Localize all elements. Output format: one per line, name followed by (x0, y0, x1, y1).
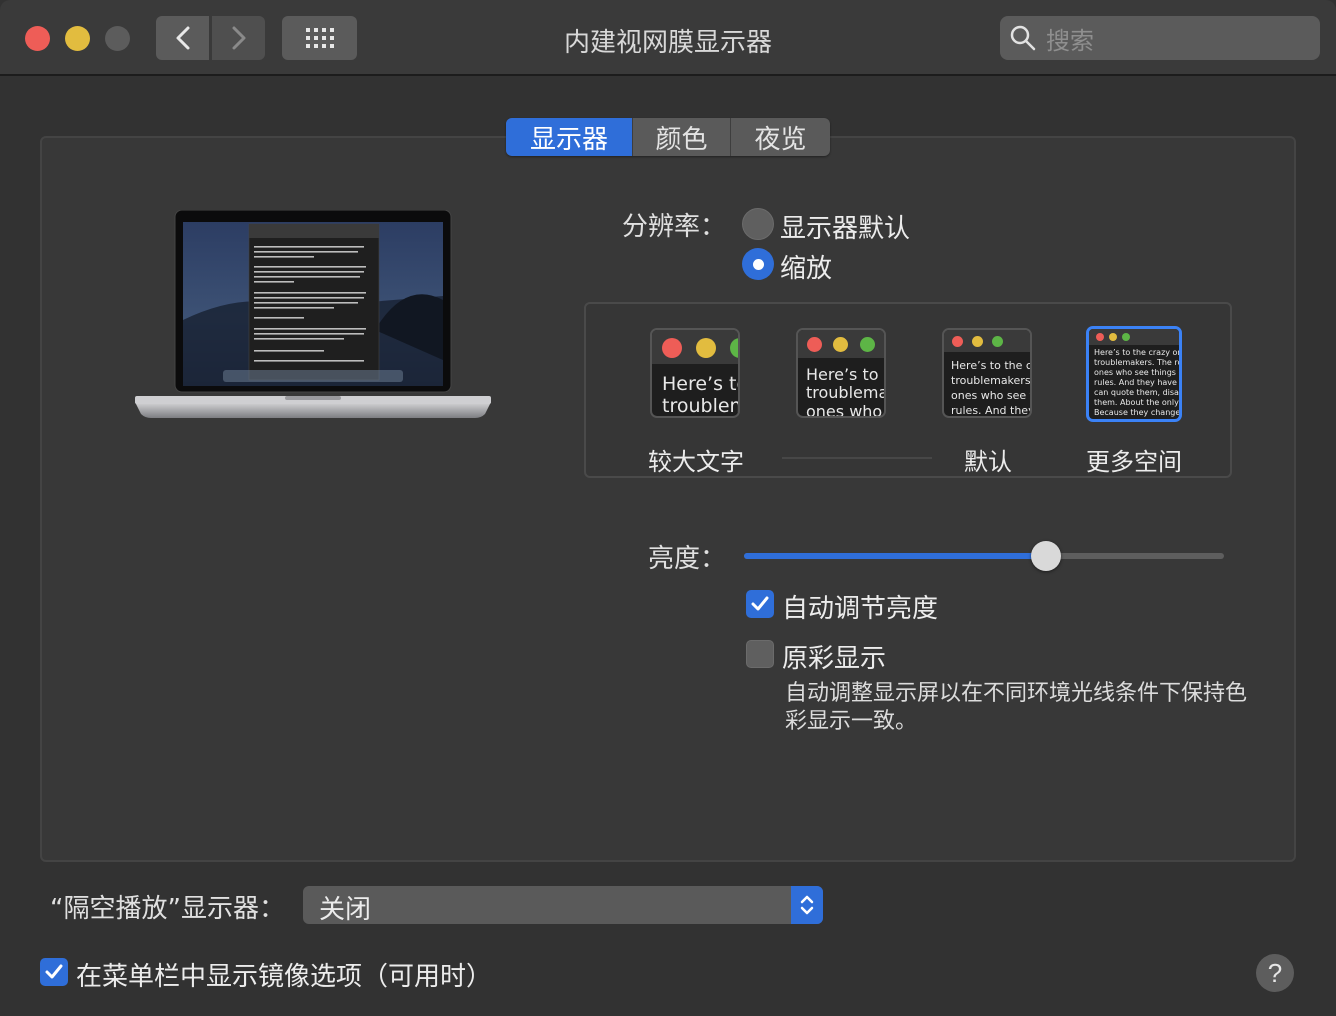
scale-label-larger-text: 较大文字 (648, 448, 744, 476)
option-default-for-display-label: 显示器默认 (780, 214, 911, 244)
search-field[interactable]: 搜索 (1000, 16, 1320, 60)
scale-label-default: 默认 (964, 448, 1012, 476)
close-window-button[interactable] (25, 26, 50, 51)
brightness-slider-fill (744, 553, 1047, 559)
search-placeholder: 搜索 (1046, 26, 1094, 55)
checkmark-icon (751, 596, 769, 611)
airplay-display-popup[interactable]: 关闭 (303, 886, 823, 925)
scale-preview-text: Here’s to the crazy ones troublemakers. … (1094, 348, 1182, 417)
scale-option-larger-text[interactable]: Here’s to the troublemakers (650, 328, 740, 418)
grid-icon (305, 28, 334, 48)
radio-default-for-display[interactable] (742, 208, 774, 240)
option-scaled-label: 缩放 (780, 254, 833, 284)
tab-color[interactable]: 颜色 (632, 118, 730, 156)
chevron-left-icon (176, 26, 189, 50)
checkmark-icon (45, 964, 63, 979)
scale-preview-text: Here’s to the troublemakers ones who (806, 366, 886, 418)
scale-preview-text: Here’s to the crazy troublemakers. The o… (951, 359, 1032, 417)
display-preferences-window: 内建视网膜显示器 搜索 显示器 颜色 夜览 分辨率： 显示器默认 缩放 Here… (0, 0, 1336, 1016)
airplay-display-label: “隔空播放”显示器： (50, 894, 285, 924)
chevron-right-icon (232, 26, 245, 50)
tab-display[interactable]: 显示器 (506, 118, 632, 156)
auto-brightness-checkbox[interactable] (746, 590, 774, 618)
search-icon (1010, 25, 1036, 51)
show-all-button[interactable] (282, 16, 357, 60)
resolution-label: 分辨率： (622, 212, 727, 242)
radio-scaled[interactable] (742, 248, 774, 280)
forward-button[interactable] (212, 16, 265, 60)
scale-preview-text: Here’s to the troublemakers (662, 374, 738, 417)
laptop-illustration (135, 210, 491, 418)
help-button[interactable]: ? (1256, 954, 1294, 992)
scale-option-2[interactable]: Here’s to the troublemakers ones who (796, 328, 886, 418)
popup-arrows-icon (791, 886, 823, 924)
auto-brightness-label: 自动调节亮度 (782, 594, 939, 624)
window-title: 内建视网膜显示器 (563, 28, 772, 58)
brightness-label: 亮度： (648, 544, 727, 574)
back-button[interactable] (156, 16, 209, 60)
show-mirroring-checkbox[interactable] (40, 958, 68, 986)
show-mirroring-label: 在菜单栏中显示镜像选项（可用时） (76, 962, 493, 992)
minimize-window-button[interactable] (65, 26, 90, 51)
airplay-display-value: 关闭 (319, 895, 372, 925)
zoom-window-button[interactable] (105, 26, 130, 51)
scale-label-more-space: 更多空间 (1086, 448, 1182, 476)
tab-night-shift[interactable]: 夜览 (730, 118, 830, 156)
tab-bar: 显示器 颜色 夜览 (506, 118, 830, 156)
true-tone-label: 原彩显示 (782, 644, 887, 674)
scale-label-divider (782, 457, 932, 459)
scale-option-default[interactable]: Here’s to the crazy troublemakers. The o… (942, 328, 1032, 418)
true-tone-checkbox[interactable] (746, 640, 774, 668)
title-bar: 内建视网膜显示器 搜索 (0, 0, 1336, 76)
scaled-resolution-options: Here’s to the troublemakers Here’s to th… (584, 302, 1232, 478)
true-tone-description: 自动调整显示屏以在不同环境光线条件下保持色彩显示一致。 (785, 681, 1248, 734)
scale-option-more-space[interactable]: Here’s to the crazy ones troublemakers. … (1086, 326, 1182, 422)
